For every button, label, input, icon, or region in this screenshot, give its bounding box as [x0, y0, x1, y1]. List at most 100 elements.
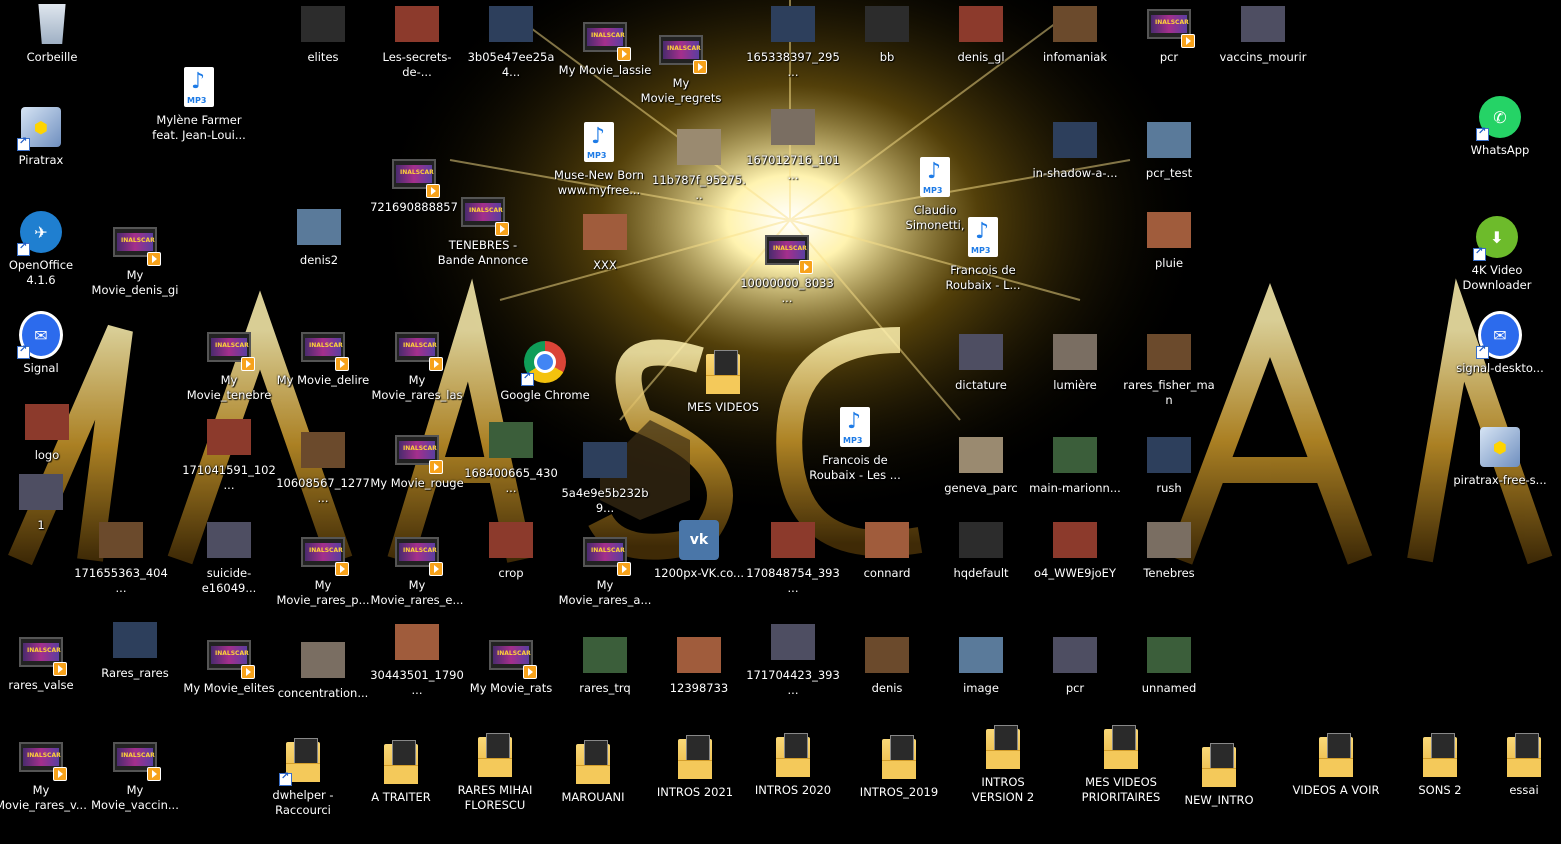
desktop-icon-intros-2019[interactable]: INTROS_2019: [852, 735, 946, 800]
desktop-icon-google-chrome[interactable]: Google Chrome: [498, 340, 592, 403]
desktop-icon-my-movie-denis-gi[interactable]: My Movie_denis_gi: [88, 220, 182, 298]
desktop-icon-5a4e9e5b232b9[interactable]: 5a4e9e5b232b9...: [558, 438, 652, 516]
desktop-icon-intros-version-2[interactable]: INTROS VERSION 2: [956, 725, 1050, 805]
desktop-icon-logo[interactable]: logo: [0, 400, 94, 463]
desktop-icon-piratrax[interactable]: ⬢Piratrax: [0, 105, 88, 168]
desktop-icon-label: Muse-New Born www.myfree...: [554, 168, 644, 197]
desktop-icon-intros-2020[interactable]: INTROS 2020: [746, 733, 840, 798]
desktop-icon-signal[interactable]: ✉Signal: [0, 311, 88, 376]
desktop-icon-my-movie-vaccin[interactable]: My Movie_vaccin...: [88, 735, 182, 813]
desktop-icon-connard[interactable]: connard: [840, 518, 934, 581]
desktop-icon-my-movie-rares-v[interactable]: My Movie_rares_v...: [0, 735, 88, 813]
desktop-icon-elites[interactable]: elites: [276, 2, 370, 65]
desktop-icon-my-movie-tenebre[interactable]: My Movie_tenebre: [182, 325, 276, 403]
desktop-icon-essai[interactable]: essai: [1477, 733, 1561, 798]
desktop-icon-my-movie-rares-last[interactable]: My Movie_rares_last: [370, 325, 464, 403]
desktop-icon-dwhelper-raccourci[interactable]: dwhelper - Raccourci: [256, 738, 350, 818]
desktop-icon-mes-videos[interactable]: MES VIDEOS: [676, 350, 770, 415]
desktop-icon-muse-new-born-www-myfree[interactable]: Muse-New Born www.myfree...: [552, 120, 646, 198]
desktop-icon-whatsapp[interactable]: ✆WhatsApp: [1453, 95, 1547, 158]
desktop-icon-165338397-295[interactable]: 165338397_295...: [746, 2, 840, 80]
desktop-icon-les-secrets-de[interactable]: Les-secrets-de-...: [370, 2, 464, 80]
desktop-icon-geneva-parc[interactable]: geneva_parc: [934, 433, 1028, 496]
desktop-icon-pcr[interactable]: pcr: [1122, 2, 1216, 65]
desktop-icon-my-movie-rouge[interactable]: My Movie_rouge: [370, 428, 464, 491]
desktop-icon-170848754-393[interactable]: 170848754_393...: [746, 518, 840, 596]
desktop-icon-videos-a-voir[interactable]: VIDEOS A VOIR: [1289, 733, 1383, 798]
desktop-icon-label: pcr_test: [1145, 166, 1193, 180]
desktop-icon-corbeille[interactable]: Corbeille: [5, 2, 99, 65]
desktop-icon-a-traiter[interactable]: A TRAITER: [354, 740, 448, 805]
desktop-icon-11b787f-95275[interactable]: 11b787f_95275...: [652, 125, 746, 203]
shortcut-arrow-icon: [1476, 126, 1489, 141]
desktop-icon-my-movie-rares-p[interactable]: My Movie_rares_p...: [276, 530, 370, 608]
desktop-icon-4k-video-downloader[interactable]: ⬇4K Video Downloader: [1450, 215, 1544, 293]
desktop-icon-my-movie-delire[interactable]: My Movie_delire: [276, 325, 370, 388]
image-icon: [301, 432, 345, 468]
desktop-icon-lumiere[interactable]: lumière: [1028, 330, 1122, 393]
desktop-icon-new-intro[interactable]: NEW_INTRO: [1172, 743, 1266, 808]
desktop-icon-francois-de-roubaix-l[interactable]: Francois de Roubaix - L...: [936, 215, 1030, 293]
desktop-icon-12398733[interactable]: 12398733: [652, 633, 746, 696]
desktop-icon-1200px-vk-co[interactable]: vk 1200px-VK.co...: [652, 518, 746, 581]
desktop-icon-label: denis2: [299, 253, 339, 267]
desktop-icon-my-movie-rares-a[interactable]: My Movie_rares_a...: [558, 530, 652, 608]
desktop-icon-pcr-test[interactable]: pcr_test: [1122, 118, 1216, 181]
desktop-icon-my-movie-elites[interactable]: My Movie_elites: [182, 633, 276, 696]
desktop-icon-o4-wwe9joey[interactable]: o4_WWE9joEY: [1028, 518, 1122, 581]
desktop-icon-3b05e47ee25a4[interactable]: 3b05e47ee25a4...: [464, 2, 558, 80]
desktop-icon-rush[interactable]: rush: [1122, 433, 1216, 496]
desktop-icon-bb[interactable]: bb: [840, 2, 934, 65]
image-icon: [1147, 637, 1191, 673]
installer-icon: ⬢: [1480, 427, 1520, 467]
desktop-icon-rares-trq[interactable]: rares_trq: [558, 633, 652, 696]
desktop-icon-my-movie-rares-e[interactable]: My Movie_rares_e...: [370, 530, 464, 608]
desktop-icon-hqdefault[interactable]: hqdefault: [934, 518, 1028, 581]
desktop-icon-vaccins-mourir[interactable]: vaccins_mourir: [1216, 2, 1310, 65]
desktop-icon-area: Corbeille ⬢Piratrax ✈OpenOffice 4.1.6 ✉Sign…: [0, 0, 1561, 844]
desktop-icon-denis[interactable]: denis: [840, 633, 934, 696]
desktop-icon-francois-de-roubaix-les[interactable]: Francois de Roubaix - Les ...: [808, 405, 902, 483]
desktop-icon-label: geneva_parc: [944, 481, 1018, 495]
desktop-icon-rares-valse[interactable]: rares_valse: [0, 630, 88, 693]
desktop-icon-my-movie-regrets[interactable]: My Movie_regrets: [634, 28, 728, 106]
desktop-icon-10000000-8033[interactable]: 10000000_8033...: [740, 228, 834, 306]
play-badge-icon: [335, 357, 349, 371]
desktop-icon-tenebres-bande-annonce[interactable]: TENEBRES - Bande Annonce: [436, 190, 530, 268]
desktop-icon-openoffice-4-1-6[interactable]: ✈OpenOffice 4.1.6: [0, 210, 88, 288]
desktop-icon-168400665-430[interactable]: 168400665_430...: [464, 418, 558, 496]
desktop-icon-denis-gl[interactable]: denis_gl: [934, 2, 1028, 65]
mp3-file-icon: [920, 157, 950, 197]
desktop-icon-xxx[interactable]: XXX: [558, 210, 652, 273]
desktop-icon-in-shadow-a[interactable]: in-shadow-a-...: [1028, 118, 1122, 181]
desktop-icon-piratrax-free-s[interactable]: ⬢ piratrax-free-s...: [1453, 425, 1547, 488]
desktop-icon-171704423-393[interactable]: 171704423_393...: [746, 620, 840, 698]
desktop-icon-171655363-404[interactable]: 171655363_404...: [74, 518, 168, 596]
desktop-icon-crop[interactable]: crop: [464, 518, 558, 581]
desktop-icon-pluie[interactable]: pluie: [1122, 208, 1216, 271]
desktop-icon-image[interactable]: image: [934, 633, 1028, 696]
desktop-icon-167012716-101[interactable]: 167012716_101...: [746, 105, 840, 183]
desktop-icon-infomaniak[interactable]: infomaniak: [1028, 2, 1122, 65]
desktop-icon-denis2[interactable]: denis2: [272, 205, 366, 268]
desktop-icon-intros-2021[interactable]: INTROS 2021: [648, 735, 742, 800]
desktop-icon-main-marionn[interactable]: main-marionn...: [1028, 433, 1122, 496]
desktop-icon-tenebres[interactable]: Tenebres: [1122, 518, 1216, 581]
desktop-icon-10608567-1277[interactable]: 10608567_1277...: [276, 428, 370, 506]
desktop-icon-sons-2[interactable]: SONS 2: [1393, 733, 1487, 798]
desktop-icon-rares-rares[interactable]: Rares_rares: [88, 618, 182, 681]
desktop-icon-marouani[interactable]: MAROUANI: [546, 740, 640, 805]
desktop-icon-pcr[interactable]: pcr: [1028, 633, 1122, 696]
desktop-icon-mes-videos-prioritaires[interactable]: MES VIDEOS PRIORITAIRES: [1074, 725, 1168, 805]
desktop-icon-signal-deskto[interactable]: ✉signal-deskto...: [1453, 311, 1547, 376]
desktop-icon-unnamed[interactable]: unnamed: [1122, 633, 1216, 696]
desktop-icon-suicide-e16049[interactable]: suicide-e16049...: [182, 518, 276, 596]
desktop-icon-rares-mihai-florescu[interactable]: RARES MIHAI FLORESCU: [448, 733, 542, 813]
desktop-icon-my-movie-rats[interactable]: My Movie_rats: [464, 633, 558, 696]
desktop-icon-rares-fisher-man[interactable]: rares_fisher_man: [1122, 330, 1216, 408]
desktop-icon-171041591-102[interactable]: 171041591_102...: [182, 415, 276, 493]
desktop-icon-dictature[interactable]: dictature: [934, 330, 1028, 393]
desktop-icon-concentration[interactable]: concentration...: [276, 638, 370, 701]
desktop-icon-30443501-1790[interactable]: 30443501_1790...: [370, 620, 464, 698]
desktop-icon-mylene-farmer-feat-jean-loui[interactable]: Mylène Farmer feat. Jean-Loui...: [152, 65, 246, 143]
